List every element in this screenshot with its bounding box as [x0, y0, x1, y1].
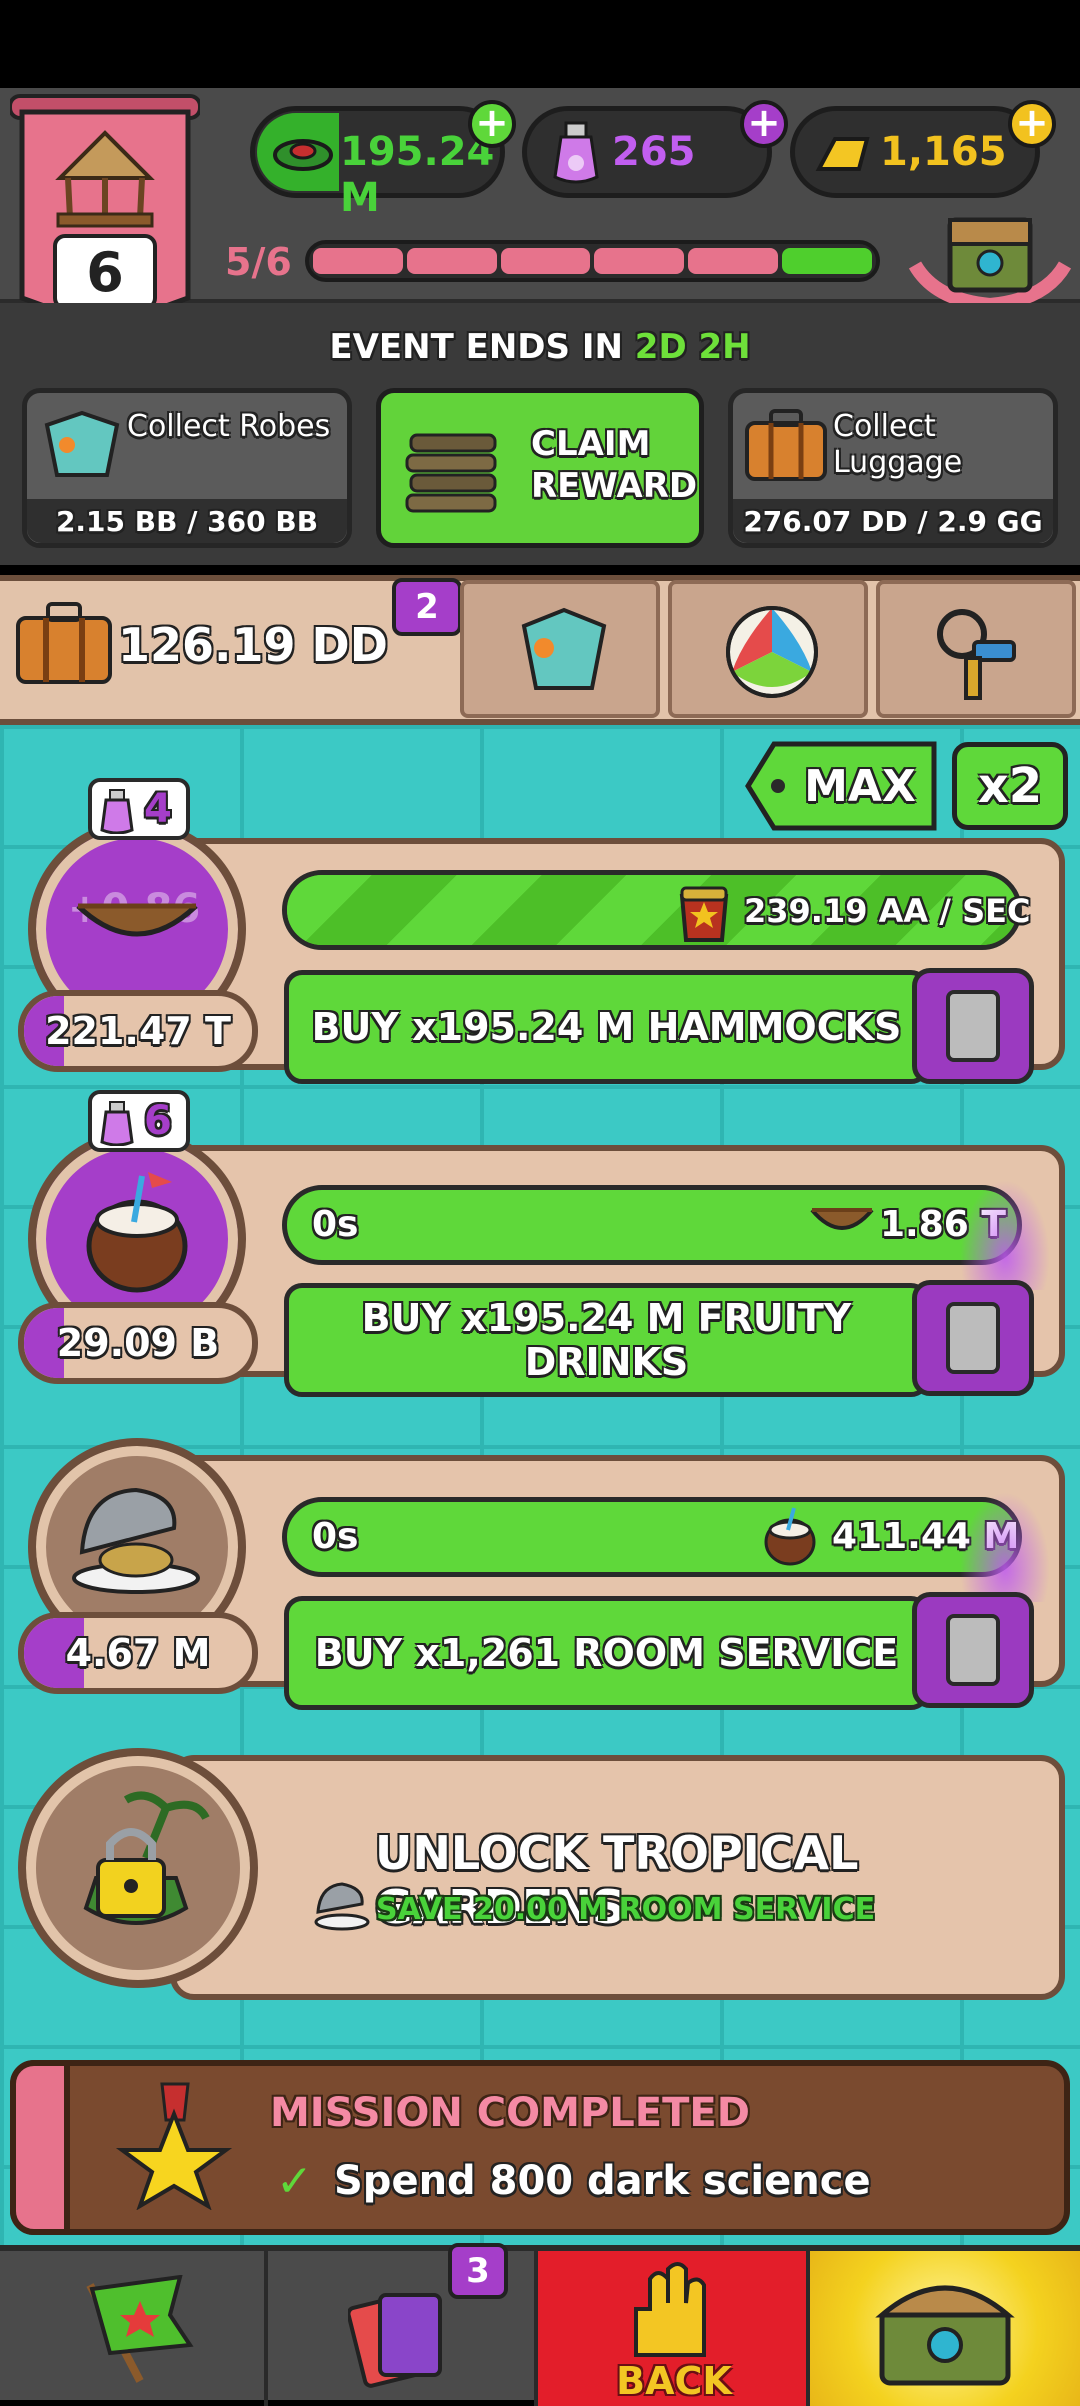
treasure-chest-icon	[875, 2285, 1015, 2386]
beach-ball-icon	[726, 606, 818, 698]
resource-value: 126.19 DD	[118, 618, 388, 672]
vial-icon	[100, 789, 134, 834]
cash-pill[interactable]: 195.24 M	[250, 106, 505, 221]
task-label: Collect Robes	[127, 409, 331, 444]
manager-card-button-room-service[interactable]	[912, 1592, 1034, 1708]
task-progress: 2.15 BB / 360 BB	[27, 499, 347, 543]
amount-pill-room-service: 4.67 M	[18, 1612, 258, 1694]
robe-icon	[521, 607, 607, 690]
star-medal-icon	[115, 2082, 233, 2210]
rate-value: 239.19 AA / SEC	[744, 892, 1031, 930]
amount-value: 4.67 M	[65, 1631, 211, 1675]
locked-garden-circle[interactable]	[18, 1748, 258, 1988]
luggage-icon	[16, 602, 112, 684]
cash-icon	[273, 139, 333, 171]
claim-reward-button[interactable]: CLAIM REWARD	[376, 388, 704, 548]
nav-cards[interactable]: 3	[268, 2243, 538, 2406]
buy-room-service-button[interactable]: BUY x1,261 ROOM SERVICE	[284, 1596, 929, 1710]
hammock-icon	[810, 1208, 874, 1230]
task-progress: 276.07 DD / 2.9 GG	[733, 499, 1053, 543]
padlock-icon	[83, 1791, 210, 1925]
tab-keys[interactable]	[876, 580, 1076, 718]
hammock-icon	[76, 903, 198, 937]
coconut-drink-icon	[764, 1507, 816, 1566]
event-ends-days: 2D	[634, 327, 687, 367]
nav-treasure-chest[interactable]	[810, 2251, 1080, 2406]
vial-tag-fruity-drinks: 6	[88, 1090, 190, 1152]
amount-pill-fruity-drinks: 29.09 B	[18, 1302, 258, 1384]
timer-value: 0s	[312, 1204, 359, 1245]
vial-count: 4	[144, 786, 172, 832]
purple-flame-effect	[960, 1180, 1050, 1290]
purple-flame-effect	[960, 1492, 1050, 1602]
luggage-icon	[745, 409, 827, 481]
vial-icon	[553, 121, 599, 184]
level-progress-bar	[305, 240, 880, 282]
dark-science-pill[interactable]: 265	[522, 106, 772, 198]
amount-pill-hammocks: 221.47 T	[18, 990, 258, 1072]
room-service-cloche-icon	[314, 1882, 370, 1931]
cards-icon	[348, 2293, 442, 2388]
level-banner[interactable]: 6	[8, 88, 202, 333]
mission-banner-tab	[10, 2060, 70, 2235]
status-bar	[0, 0, 1080, 88]
amount-value: 29.09 B	[56, 1321, 220, 1365]
max-button[interactable]: MAX	[780, 738, 940, 834]
vial-icon	[100, 1101, 134, 1146]
back-hand-icon	[634, 2262, 706, 2357]
tab-beach-ball[interactable]	[668, 580, 868, 718]
card-icon	[946, 1614, 1000, 1686]
vial-tag-hammocks: 4	[88, 778, 190, 840]
hammock-stack-icon	[405, 433, 497, 513]
x2-button[interactable]: x2	[952, 742, 1068, 830]
event-ends-label: EVENT ENDS IN	[329, 327, 623, 367]
event-task-robes[interactable]: Collect Robes 2.15 BB / 360 BB	[22, 388, 352, 548]
dark-science-value: 265	[612, 129, 696, 175]
event-timer: EVENT ENDS IN 2D 2H	[0, 327, 1080, 367]
gold-bar-icon	[815, 137, 870, 171]
reward-chest-icon[interactable]	[905, 205, 1075, 310]
level-progress-text: 5/6	[225, 240, 292, 284]
level-number: 6	[86, 240, 124, 304]
bottom-nav: 3 BACK	[0, 2243, 1080, 2406]
add-gold-button[interactable]: +	[1008, 100, 1056, 148]
cards-badge: 3	[448, 2243, 508, 2299]
tab-robes[interactable]	[460, 580, 660, 718]
keys-icon	[937, 609, 1016, 700]
manager-card-button-hammocks[interactable]	[912, 968, 1034, 1084]
event-ends-hours: 2H	[698, 327, 751, 367]
flag-icon	[86, 2275, 194, 2383]
manager-card-button-fruity-drinks[interactable]	[912, 1280, 1034, 1396]
unlock-subtitle: SAVE 20.00 M ROOM SERVICE	[376, 1892, 876, 1927]
add-dark-science-button[interactable]: +	[740, 100, 788, 148]
claim-reward-label: CLAIM REWARD	[531, 424, 698, 506]
mission-title: MISSION COMPLETED	[270, 2090, 750, 2136]
robe-icon	[44, 410, 120, 477]
vial-count: 6	[144, 1098, 172, 1144]
timer-value: 0s	[312, 1516, 359, 1557]
resource-badge: 2	[392, 578, 462, 636]
amount-value: 221.47 T	[45, 1009, 231, 1053]
gold-pill[interactable]: 1,165	[790, 106, 1040, 198]
check-icon: ✓	[276, 2156, 313, 2207]
back-label: BACK	[616, 2359, 732, 2403]
nav-back[interactable]: BACK	[538, 2251, 810, 2406]
coconut-drink-icon	[86, 1172, 188, 1293]
task-label: Collect Luggage	[833, 409, 963, 480]
card-icon	[946, 1302, 1000, 1374]
room-service-cloche-icon	[72, 1487, 200, 1594]
mission-text: Spend 800 dark science	[334, 2158, 871, 2204]
nav-missions[interactable]	[0, 2251, 268, 2406]
gold-value: 1,165	[880, 129, 1007, 175]
add-cash-button[interactable]: +	[468, 100, 516, 148]
buy-fruity-drinks-button[interactable]: BUY x195.24 M FRUITY DRINKS	[284, 1283, 929, 1397]
bellhop-hat-icon	[679, 886, 729, 942]
event-task-luggage[interactable]: Collect Luggage 276.07 DD / 2.9 GG	[728, 388, 1058, 548]
buy-hammocks-button[interactable]: BUY x195.24 M HAMMOCKS	[284, 970, 929, 1084]
card-icon	[946, 990, 1000, 1062]
